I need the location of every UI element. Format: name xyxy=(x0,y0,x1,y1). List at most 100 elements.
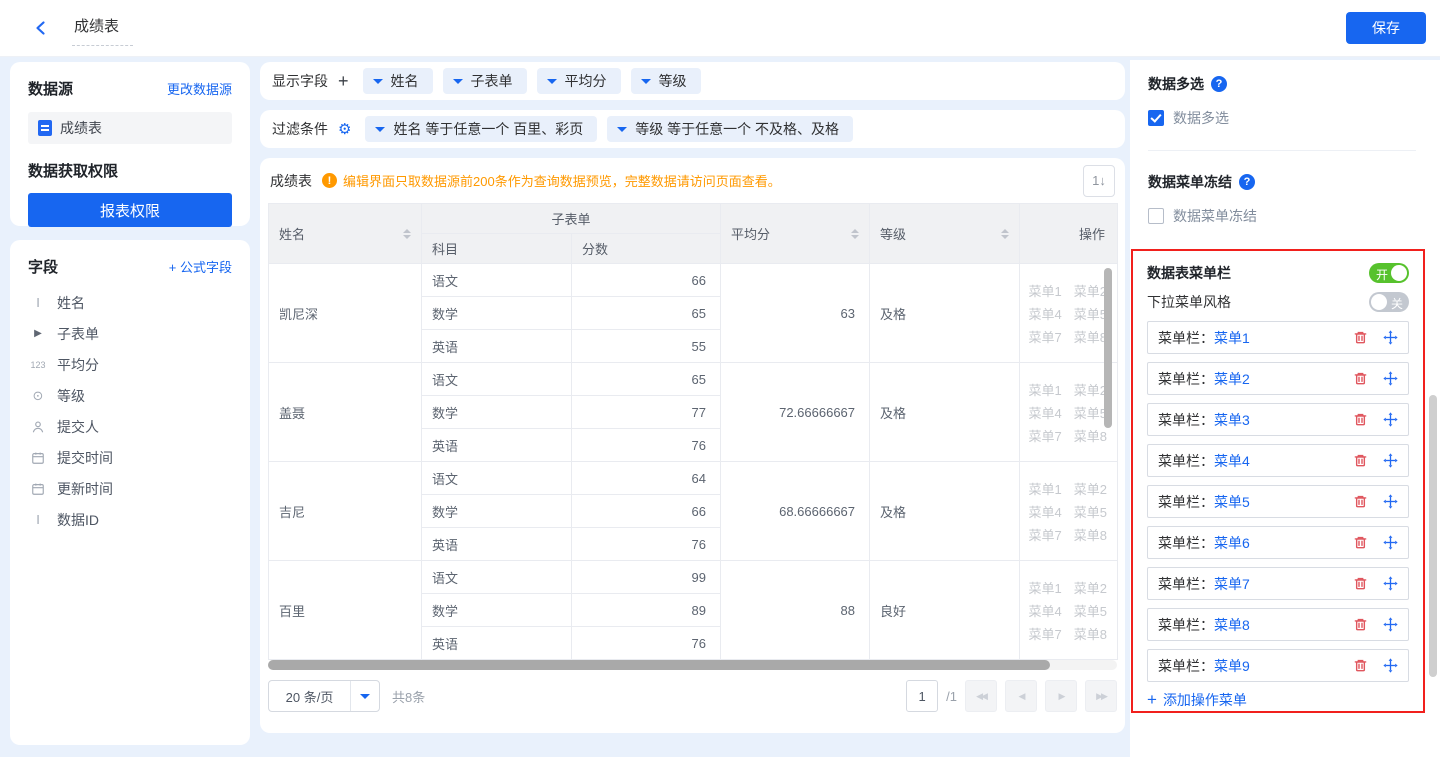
row-menu-link[interactable]: 菜单7 xyxy=(1029,624,1062,643)
delete-icon[interactable] xyxy=(1353,453,1368,468)
display-field-chip[interactable]: 等级 xyxy=(631,68,701,94)
row-menu-link[interactable]: 菜单4 xyxy=(1029,601,1062,620)
menu-bar-toggle-on[interactable]: 开 xyxy=(1369,263,1409,283)
column-header-name[interactable]: 姓名 xyxy=(269,204,422,264)
field-item-submit-time[interactable]: 提交时间 xyxy=(28,442,232,473)
row-menu-link[interactable]: 菜单4 xyxy=(1029,304,1062,323)
row-menu-link[interactable]: 菜单8 xyxy=(1074,426,1107,445)
checkbox-unchecked-icon[interactable] xyxy=(1148,208,1164,224)
row-menu-link[interactable]: 菜单1 xyxy=(1029,479,1062,498)
column-header-grade[interactable]: 等级 xyxy=(870,204,1020,264)
menu-link[interactable]: 菜单3 xyxy=(1214,410,1250,430)
change-datasource-link[interactable]: 更改数据源 xyxy=(167,79,232,98)
menu-link[interactable]: 菜单2 xyxy=(1214,369,1250,389)
column-header-average[interactable]: 平均分 xyxy=(721,204,870,264)
page-size-select[interactable]: 20 条/页 xyxy=(268,680,380,712)
first-page-button[interactable]: ◀◀ xyxy=(965,680,997,712)
row-menu-link[interactable]: 菜单1 xyxy=(1029,578,1062,597)
row-menu-link[interactable]: 菜单2 xyxy=(1074,578,1107,597)
row-menu-link[interactable]: 菜单2 xyxy=(1074,479,1107,498)
sort-caret-icon[interactable] xyxy=(403,229,411,239)
save-button[interactable]: 保存 xyxy=(1346,12,1426,44)
menu-freeze-checkbox-row[interactable]: 数据菜单冻结 xyxy=(1148,206,1416,226)
move-icon[interactable] xyxy=(1383,412,1398,427)
field-item-submitter[interactable]: 提交人 xyxy=(28,411,232,442)
display-field-chip[interactable]: 子表单 xyxy=(443,68,527,94)
delete-icon[interactable] xyxy=(1353,371,1368,386)
move-icon[interactable] xyxy=(1383,494,1398,509)
menu-link[interactable]: 菜单7 xyxy=(1214,574,1250,594)
display-field-chip[interactable]: 姓名 xyxy=(363,68,433,94)
dropdown-style-toggle-off[interactable]: 关 xyxy=(1369,292,1409,312)
row-menu-link[interactable]: 菜单2 xyxy=(1074,380,1107,399)
horizontal-scrollbar[interactable] xyxy=(268,660,1117,670)
field-item-grade[interactable]: ⊙等级 xyxy=(28,380,232,411)
move-icon[interactable] xyxy=(1383,576,1398,591)
sort-order-button[interactable]: 1↓ xyxy=(1083,165,1115,197)
row-menu-link[interactable]: 菜单1 xyxy=(1029,281,1062,300)
delete-icon[interactable] xyxy=(1353,617,1368,632)
sort-caret-icon[interactable] xyxy=(1001,229,1009,239)
move-icon[interactable] xyxy=(1383,535,1398,550)
field-item-dataid[interactable]: I数据ID xyxy=(28,504,232,535)
row-menu-link[interactable]: 菜单8 xyxy=(1074,624,1107,643)
add-action-menu-link[interactable]: +添加操作菜单 xyxy=(1147,690,1247,710)
delete-icon[interactable] xyxy=(1353,330,1368,345)
menu-link[interactable]: 菜单4 xyxy=(1214,451,1250,471)
delete-icon[interactable] xyxy=(1353,412,1368,427)
add-display-field-icon[interactable]: + xyxy=(338,72,349,90)
menu-link[interactable]: 菜单9 xyxy=(1214,656,1250,676)
move-icon[interactable] xyxy=(1383,658,1398,673)
move-icon[interactable] xyxy=(1383,330,1398,345)
row-menu-link[interactable]: 菜单8 xyxy=(1074,525,1107,544)
filter-chip[interactable]: 姓名 等于任意一个 百里、彩页 xyxy=(365,116,597,142)
delete-icon[interactable] xyxy=(1353,535,1368,550)
move-icon[interactable] xyxy=(1383,453,1398,468)
move-icon[interactable] xyxy=(1383,371,1398,386)
horizontal-scrollbar-thumb[interactable] xyxy=(268,660,1050,670)
prev-page-button[interactable]: ◀ xyxy=(1005,680,1037,712)
report-permission-button[interactable]: 报表权限 xyxy=(28,193,232,227)
row-menu-link[interactable]: 菜单1 xyxy=(1029,380,1062,399)
field-item-name[interactable]: I姓名 xyxy=(28,287,232,318)
delete-icon[interactable] xyxy=(1353,576,1368,591)
field-item-update-time[interactable]: 更新时间 xyxy=(28,473,232,504)
sort-caret-icon[interactable] xyxy=(851,229,859,239)
row-menu-link[interactable]: 菜单5 xyxy=(1074,601,1107,620)
next-page-button[interactable]: ▶ xyxy=(1045,680,1077,712)
menu-link[interactable]: 菜单6 xyxy=(1214,533,1250,553)
row-menu-link[interactable]: 菜单5 xyxy=(1074,502,1107,521)
field-item-average[interactable]: 123平均分 xyxy=(28,349,232,380)
menu-link[interactable]: 菜单8 xyxy=(1214,615,1250,635)
add-formula-field-link[interactable]: + 公式字段 xyxy=(169,257,232,276)
row-menu-link[interactable]: 菜单4 xyxy=(1029,502,1062,521)
row-menu-link[interactable]: 菜单5 xyxy=(1074,304,1107,323)
help-icon[interactable]: ? xyxy=(1211,76,1227,92)
delete-icon[interactable] xyxy=(1353,658,1368,673)
checkbox-checked-icon[interactable] xyxy=(1148,110,1164,126)
row-menu-link[interactable]: 菜单7 xyxy=(1029,426,1062,445)
row-menu-link[interactable]: 菜单7 xyxy=(1029,525,1062,544)
row-menu-link[interactable]: 菜单4 xyxy=(1029,403,1062,422)
menu-link[interactable]: 菜单1 xyxy=(1214,328,1250,348)
table-vertical-scrollbar-thumb[interactable] xyxy=(1104,268,1112,428)
window-scrollbar-thumb[interactable] xyxy=(1429,395,1437,677)
delete-icon[interactable] xyxy=(1353,494,1368,509)
row-menu-link[interactable]: 菜单7 xyxy=(1029,327,1062,346)
filter-chip[interactable]: 等级 等于任意一个 不及格、及格 xyxy=(607,116,853,142)
menu-link[interactable]: 菜单5 xyxy=(1214,492,1250,512)
move-icon[interactable] xyxy=(1383,617,1398,632)
row-menu-link[interactable]: 菜单8 xyxy=(1074,327,1107,346)
row-menu-link[interactable]: 菜单2 xyxy=(1074,281,1107,300)
datasource-item[interactable]: 成绩表 xyxy=(28,112,232,144)
row-menu-link[interactable]: 菜单5 xyxy=(1074,403,1107,422)
help-icon[interactable]: ? xyxy=(1239,174,1255,190)
back-button[interactable] xyxy=(24,11,58,45)
last-page-button[interactable]: ▶▶ xyxy=(1085,680,1117,712)
multi-select-checkbox-row[interactable]: 数据多选 xyxy=(1148,108,1416,128)
gear-icon[interactable]: ⚙ xyxy=(338,120,351,138)
field-item-subform[interactable]: ▶子表单 xyxy=(28,318,232,349)
page-number-input[interactable] xyxy=(906,680,938,712)
display-field-chip[interactable]: 平均分 xyxy=(537,68,621,94)
expand-arrow-icon[interactable]: ▶ xyxy=(28,328,48,339)
